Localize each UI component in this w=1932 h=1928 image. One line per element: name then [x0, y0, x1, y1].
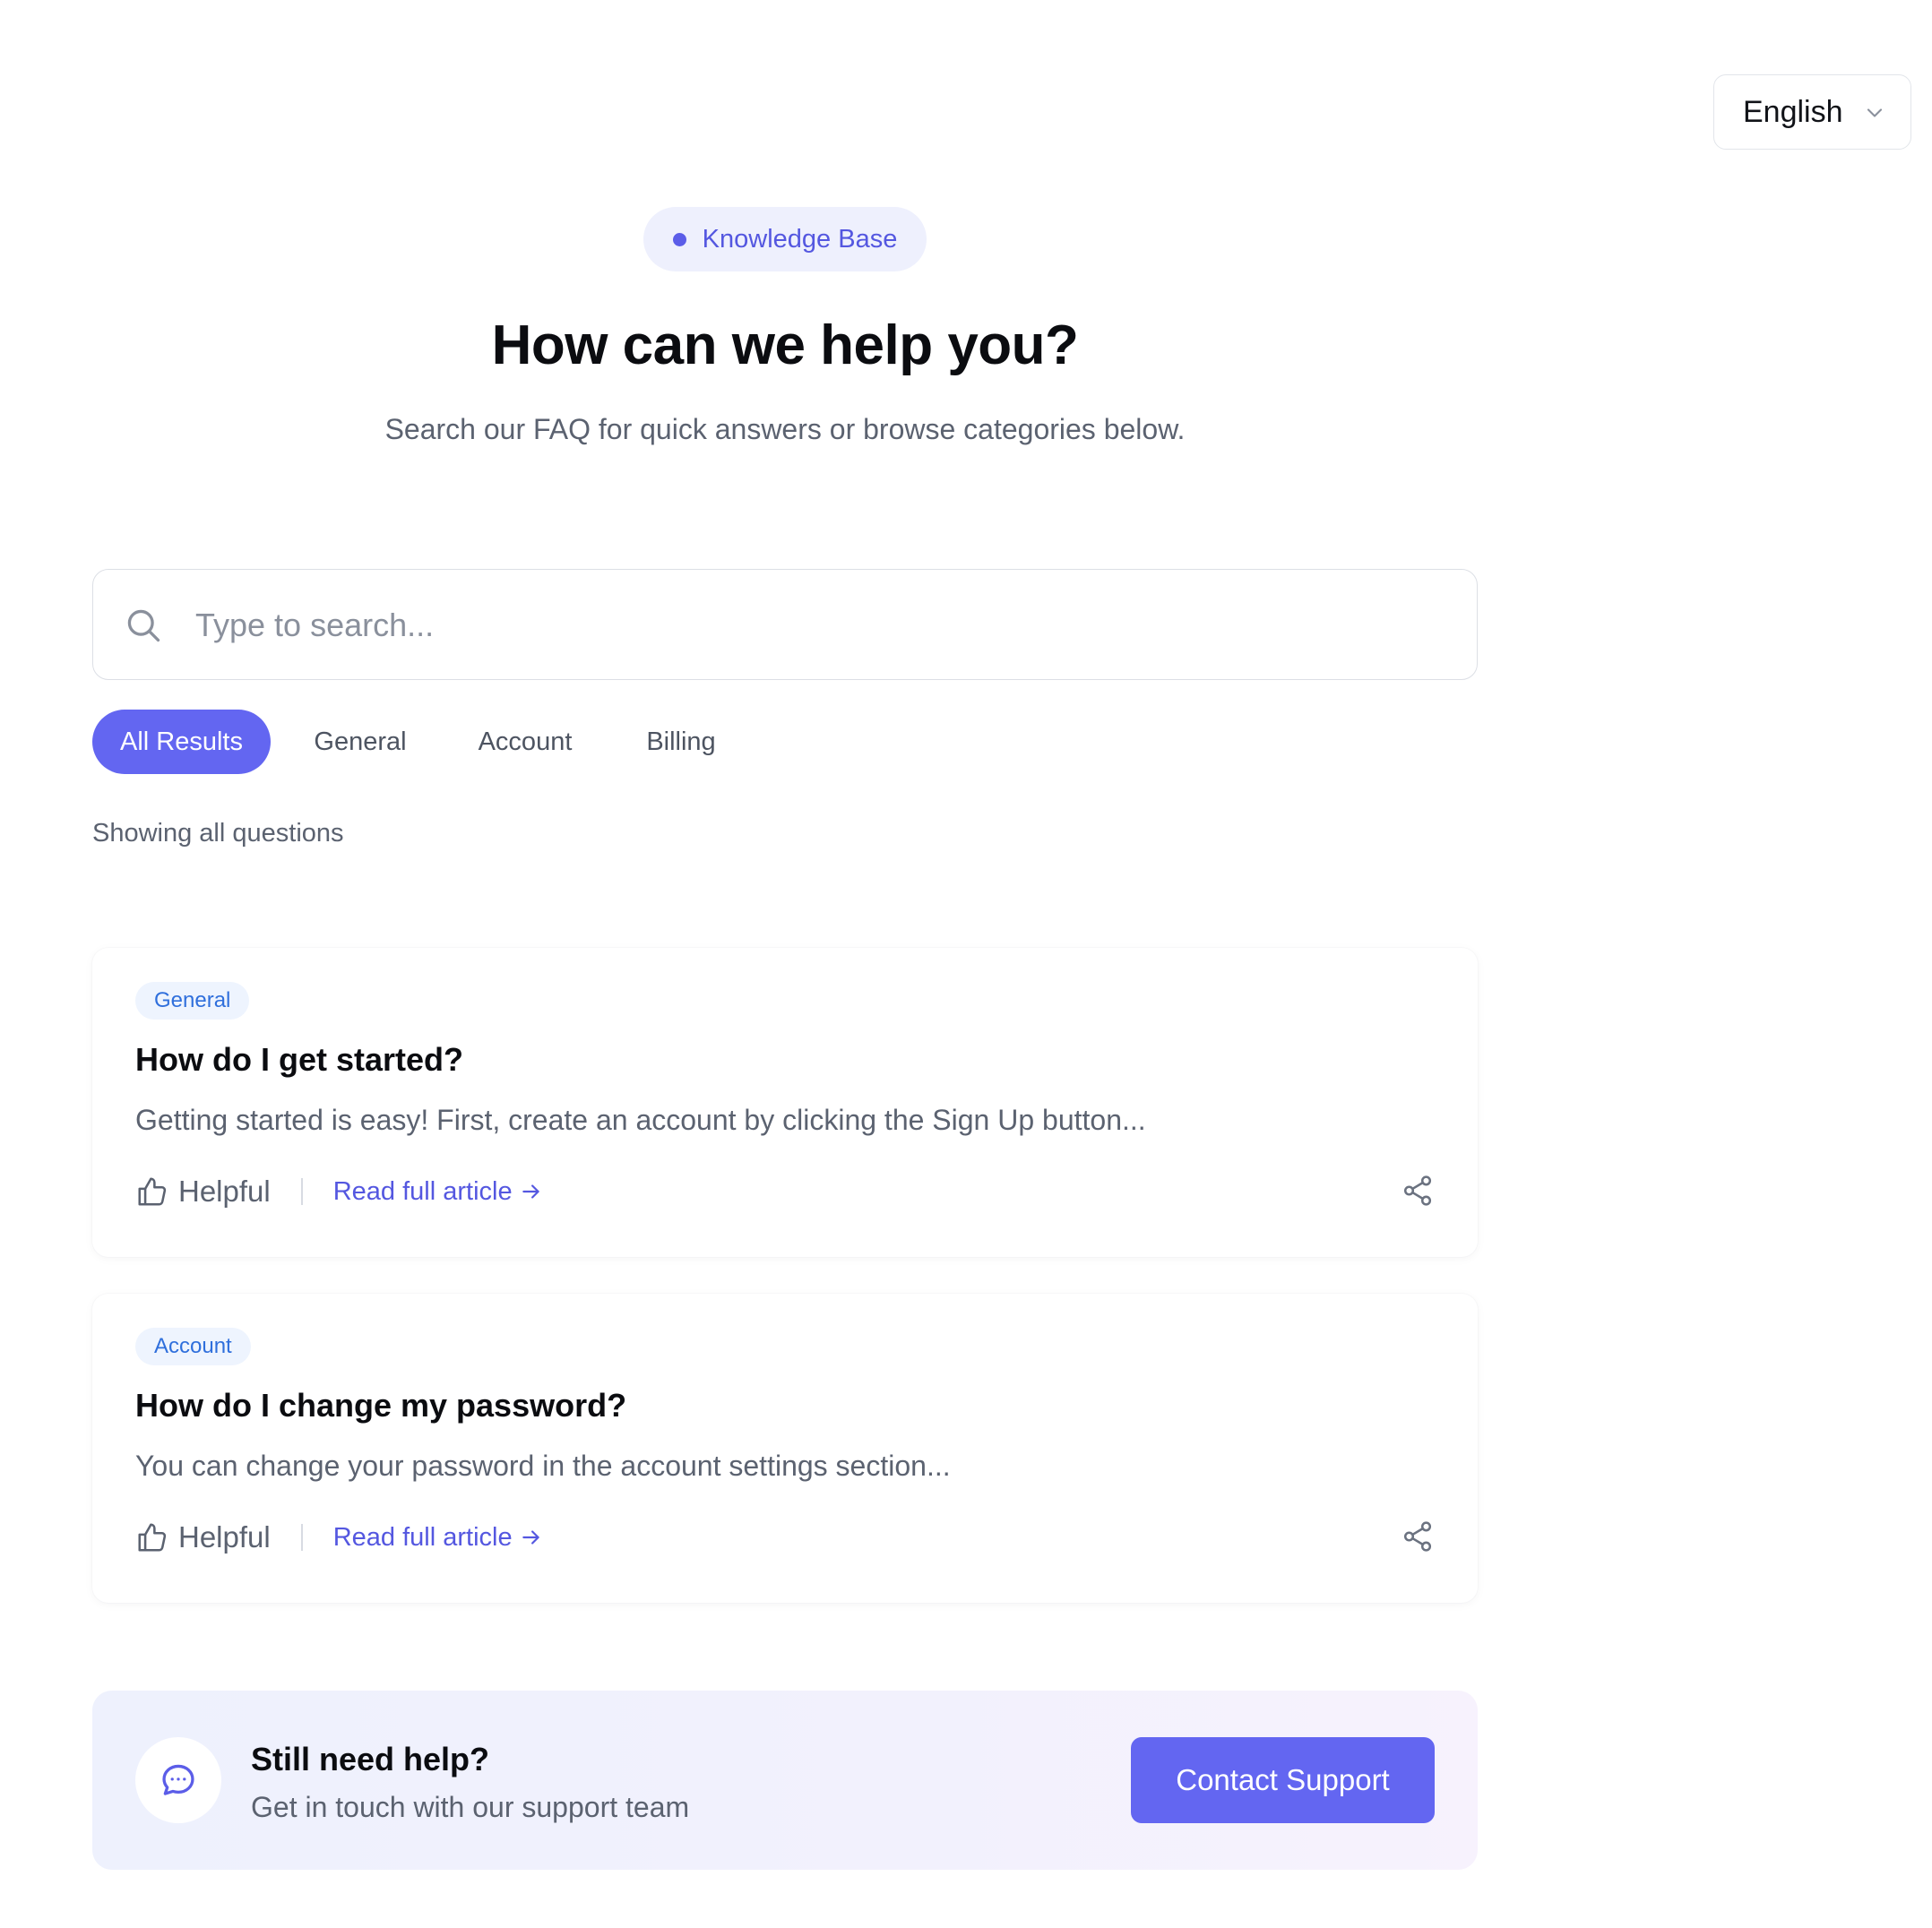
contact-support-button[interactable]: Contact Support [1131, 1737, 1435, 1823]
read-full-article-label: Read full article [332, 1522, 513, 1552]
support-banner: Still need help? Get in touch with our s… [92, 1691, 1478, 1870]
thumbs-up-icon [138, 1177, 167, 1206]
faq-card: Account How do I change my password? You… [92, 1294, 1478, 1603]
badge-dot [672, 232, 686, 246]
faq-title[interactable]: How do I get started? [135, 1041, 463, 1079]
tab-billing[interactable]: Billing [645, 710, 717, 774]
read-full-article-label: Read full article [332, 1176, 513, 1206]
support-title: Still need help? [251, 1741, 490, 1777]
search-icon [127, 609, 160, 642]
faq-actions: Helpful Read full article [135, 1516, 543, 1559]
language-select[interactable]: English [1713, 74, 1911, 150]
badge-label: Knowledge Base [702, 224, 898, 254]
tab-general[interactable]: General [314, 710, 406, 774]
page-title: How can we help you? [491, 314, 1079, 376]
search-box [92, 569, 1478, 680]
search-input[interactable] [194, 597, 1448, 654]
share-icon[interactable] [1401, 1519, 1435, 1554]
thumbs-up-icon [138, 1523, 167, 1552]
chat-bubble-icon [162, 1764, 194, 1795]
helpful-label: Helpful [178, 1520, 271, 1554]
faq-excerpt: You can change your password in the acco… [135, 1450, 951, 1482]
divider [300, 1178, 303, 1205]
language-select-value: English [1743, 94, 1843, 129]
arrow-right-icon [522, 1184, 539, 1199]
helpful-button[interactable]: Helpful [135, 1520, 271, 1554]
tab-account[interactable]: Account [477, 710, 574, 774]
category-chip: Account [135, 1328, 251, 1365]
chevron-down-icon [1867, 108, 1883, 117]
divider [300, 1524, 303, 1551]
category-chip: General [135, 982, 250, 1020]
category-tabs: All Results General Account Billing [92, 710, 717, 774]
helpful-button[interactable]: Helpful [135, 1175, 271, 1209]
support-avatar [135, 1737, 221, 1823]
read-full-article-link[interactable]: Read full article [333, 1177, 543, 1207]
results-status: Showing all questions [92, 819, 344, 848]
faq-excerpt: Getting started is easy! First, create a… [135, 1104, 1146, 1136]
read-full-article-link[interactable]: Read full article [333, 1523, 543, 1553]
helpful-label: Helpful [178, 1175, 271, 1208]
tab-all-results[interactable]: All Results [92, 710, 271, 774]
page-subtitle: Search our FAQ for quick answers or brow… [384, 413, 1186, 445]
support-subtitle: Get in touch with our support team [251, 1791, 690, 1823]
faq-actions: Helpful Read full article [135, 1170, 543, 1213]
share-icon[interactable] [1401, 1174, 1435, 1208]
knowledge-base-badge: Knowledge Base [643, 207, 927, 271]
faq-title[interactable]: How do I change my password? [135, 1387, 626, 1424]
faq-card: General How do I get started? Getting st… [92, 948, 1478, 1257]
arrow-right-icon [522, 1530, 539, 1545]
